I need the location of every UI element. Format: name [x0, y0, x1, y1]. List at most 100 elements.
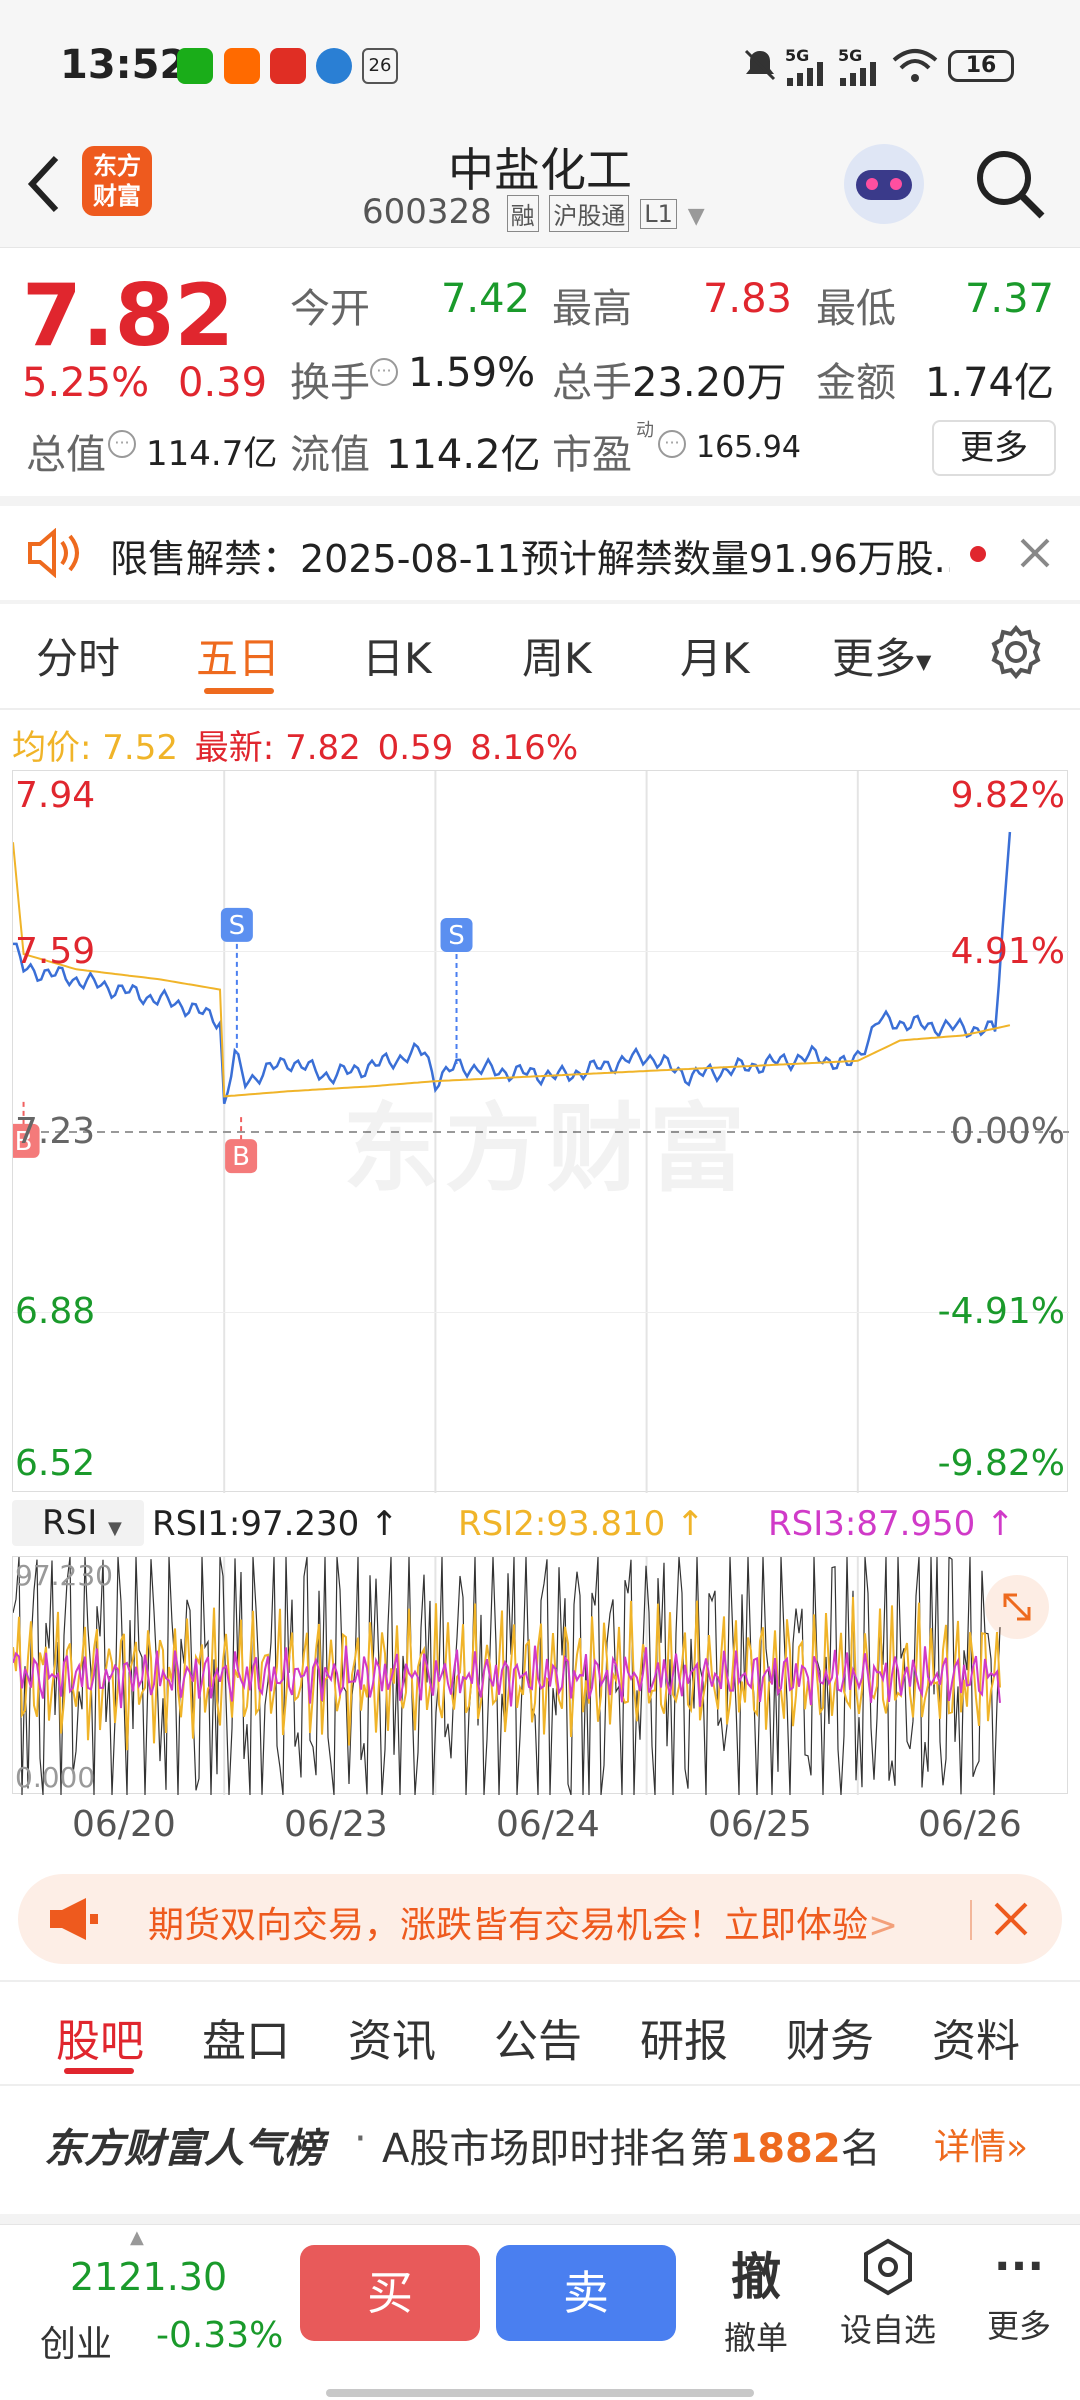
ranking-dot: ·	[354, 2116, 367, 2162]
tab-five-day[interactable]: 五日	[196, 625, 280, 686]
tab-orderbook[interactable]: 盘口	[202, 2005, 290, 2069]
avg-value: 7.52	[102, 728, 178, 768]
tab-daily-k[interactable]: 日K	[362, 625, 432, 686]
add-watchlist-button[interactable]: 设自选	[828, 2237, 948, 2351]
status-time: 13:52	[60, 42, 188, 88]
promo-arrow: >	[868, 1905, 899, 1946]
avg-label: 均价:	[12, 728, 92, 768]
latest-value: 7.82	[285, 728, 361, 768]
sell-label: 卖	[563, 2266, 609, 2320]
watermark: 东方财富	[343, 1093, 751, 1205]
rsi1-value: RSI1:97.230 ↑	[152, 1504, 399, 1544]
tab-finance[interactable]: 财务	[786, 2005, 874, 2069]
robot-assistant-icon[interactable]	[844, 144, 924, 224]
expand-icon[interactable]	[985, 1575, 1049, 1639]
buy-label: 买	[367, 2266, 413, 2320]
notice-bar[interactable]: 限售解禁：2025-08-11预计解禁数量91.96万股...	[0, 506, 1080, 600]
more-quote-button[interactable]: 更多	[932, 420, 1056, 476]
y-tick-left-4: 6.52	[15, 1443, 96, 1484]
dropdown-icon[interactable]: ▼	[688, 204, 705, 229]
search-icon[interactable]	[972, 146, 1048, 222]
x-tick-3: 06/25	[708, 1804, 812, 1845]
badge-connect: 沪股通	[549, 195, 630, 232]
status-bar: 13:52 26 5G 5G 16	[0, 0, 1080, 130]
rsi-header: RSI ▼ RSI1:97.230 ↑ RSI2:93.810 ↑ RSI3:8…	[12, 1500, 1068, 1550]
pinduoduo-icon	[270, 48, 306, 84]
battery-level: 16	[965, 53, 997, 78]
index-change[interactable]: -0.33%	[156, 2315, 283, 2356]
notice-dot	[970, 546, 986, 562]
wifi-icon	[892, 49, 938, 82]
tab-more[interactable]: 更多▼	[832, 625, 931, 686]
tab-forum[interactable]: 股吧	[56, 2005, 144, 2069]
ranking-text: A股市场即时排名第1882名	[382, 2116, 881, 2174]
divider-5	[0, 2214, 1080, 2224]
calendar-day: 26	[368, 55, 392, 76]
index-value[interactable]: 2121.30	[70, 2255, 227, 2299]
promo-close-icon[interactable]	[992, 1900, 1030, 1938]
footer-more-label: 更多	[986, 2307, 1051, 2345]
rsi-selector[interactable]: RSI ▼	[12, 1500, 144, 1546]
gear-icon[interactable]	[988, 624, 1044, 680]
amount-value: 1.74亿	[924, 360, 1054, 406]
rsi-chart[interactable]: 97.230 0.000	[12, 1556, 1068, 1795]
tab-news[interactable]: 资讯	[348, 2005, 436, 2069]
tab-weekly-k[interactable]: 周K	[522, 625, 592, 686]
watchlist-icon	[864, 2238, 912, 2296]
home-indicator	[326, 2389, 754, 2397]
market-cap-info-icon[interactable]: ···	[108, 430, 136, 458]
marker-label-1: S	[229, 911, 246, 941]
y-tick-right-3: -4.91%	[937, 1291, 1065, 1332]
pe-info-icon[interactable]: ···	[658, 430, 686, 458]
ranking-details-link[interactable]: 详情»	[934, 2118, 1028, 2170]
stock-code-row[interactable]: 600328 融 沪股通 L1 ▼	[362, 192, 705, 232]
ranking-number: 1882	[729, 2126, 841, 2172]
tab-announcements[interactable]: 公告	[494, 2005, 582, 2069]
sell-button[interactable]: 卖	[496, 2245, 676, 2341]
x-axis: 06/20 06/23 06/24 06/25 06/26	[12, 1804, 1068, 1848]
tab-research[interactable]: 研报	[640, 2005, 728, 2069]
tab-profile[interactable]: 资料	[932, 2005, 1020, 2069]
volume-value: 23.20万	[632, 360, 787, 406]
divider	[0, 496, 1080, 506]
price-chart[interactable]: BSBS 东方财富 7.94 7.59 7.23 6.88 6.52 9.82%…	[12, 770, 1069, 1493]
mute-icon	[744, 49, 776, 81]
caret-down-icon: ▼	[916, 649, 932, 674]
badge-margin: 融	[506, 195, 539, 232]
promo-text: 期货双向交易，涨跌皆有交易机会！立即体验>	[148, 1896, 898, 1948]
rsi-chart-svg	[13, 1557, 1001, 1795]
index-caret-icon: ▲	[130, 2227, 144, 2248]
buy-button[interactable]: 买	[300, 2245, 480, 2341]
turnover-info-icon[interactable]: ···	[370, 358, 398, 386]
series-line-avg	[13, 842, 1011, 1098]
index-name[interactable]: 创业	[40, 2315, 112, 2367]
marker-label-3: S	[448, 921, 465, 951]
rsi-selector-label: RSI	[42, 1503, 98, 1543]
chart-summary: 均价: 7.52 最新: 7.82 0.59 8.16%	[12, 720, 578, 769]
amount-label: 金额	[816, 360, 896, 406]
tab-active-indicator	[204, 688, 274, 694]
divider-2	[0, 600, 1080, 604]
float-cap-label: 流值	[290, 432, 370, 478]
y-tick-left-3: 6.88	[15, 1291, 96, 1332]
megaphone-icon	[50, 1898, 98, 1940]
rsi-bottom-label: 0.000	[15, 1761, 96, 1794]
double-chevron-icon: »	[1006, 2127, 1029, 2168]
cancel-icon: 撤	[731, 2248, 781, 2306]
signal-bars-icon-2	[840, 62, 876, 86]
rsi3-value: RSI3:87.950 ↑	[768, 1504, 1015, 1544]
cancel-order-button[interactable]: 撤 撤单	[716, 2237, 796, 2359]
tab-monthly-k[interactable]: 月K	[680, 625, 750, 686]
promo-banner[interactable]: 期货双向交易，涨跌皆有交易机会！立即体验>	[18, 1874, 1062, 1964]
more-dots-icon: ···	[993, 2241, 1045, 2292]
ranking-suffix: 名	[840, 2126, 881, 2172]
signal-bars-icon	[787, 62, 823, 86]
tab-intraday[interactable]: 分时	[36, 625, 120, 686]
close-icon[interactable]	[1018, 536, 1052, 570]
badge-level: L1	[640, 198, 677, 229]
footer-more-button[interactable]: ··· 更多	[974, 2237, 1064, 2347]
popularity-ranking[interactable]: 东方财富人气榜 · A股市场即时排名第1882名 详情»	[0, 2086, 1080, 2196]
change-percent: 5.25%	[22, 360, 150, 406]
y-tick-left-1: 7.59	[15, 931, 96, 972]
ranking-brand: 东方财富人气榜	[44, 2126, 324, 2172]
